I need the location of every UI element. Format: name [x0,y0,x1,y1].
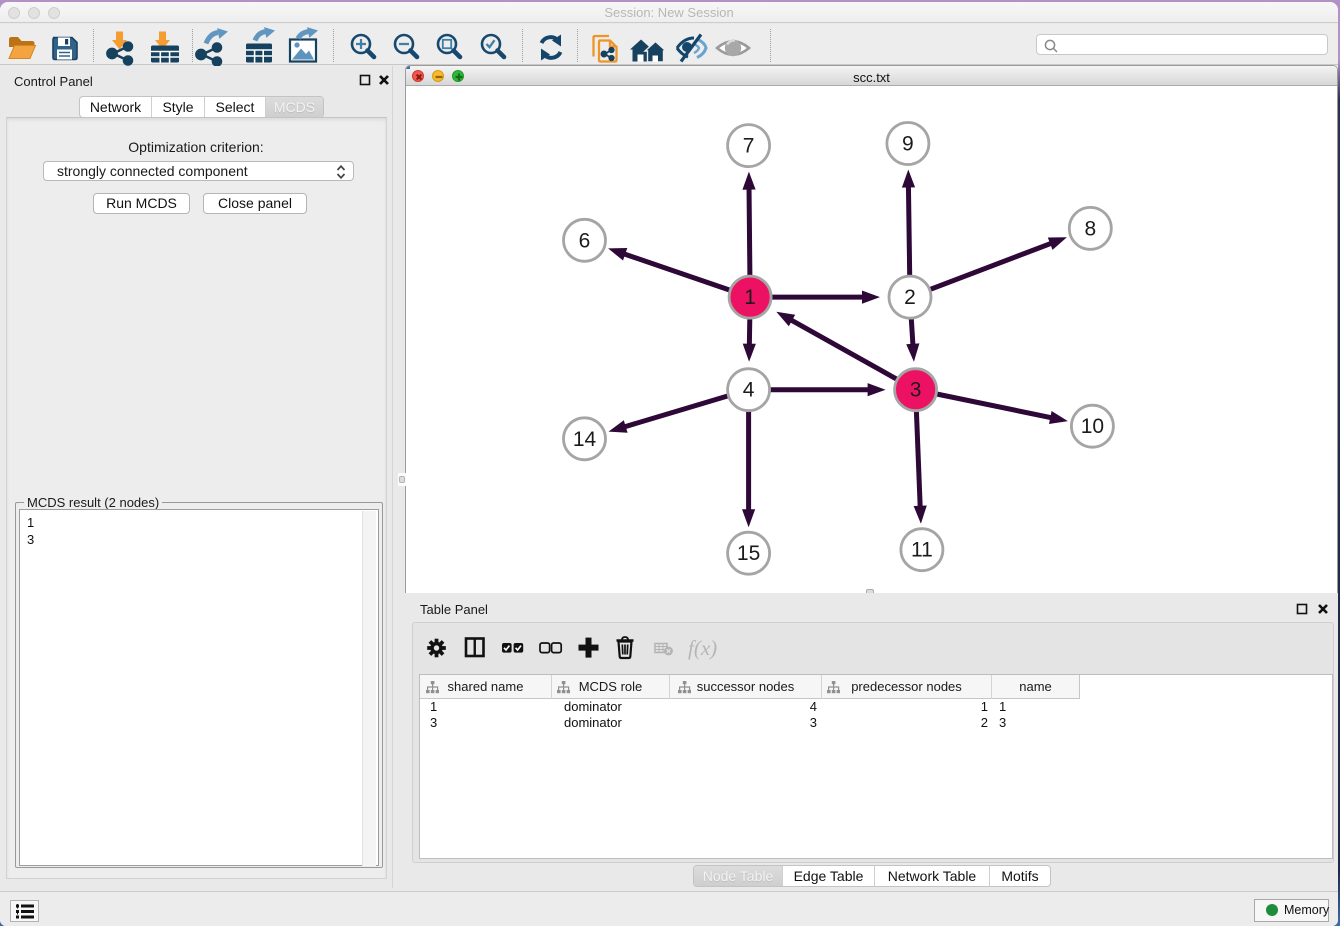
svg-text:6: 6 [579,229,591,252]
svg-text:9: 9 [902,133,914,156]
svg-text:10: 10 [1081,415,1104,438]
svg-text:4: 4 [743,379,755,402]
svg-text:15: 15 [737,542,760,565]
svg-text:3: 3 [910,379,922,402]
svg-text:7: 7 [743,135,755,158]
svg-text:14: 14 [573,428,597,451]
svg-text:11: 11 [911,539,933,562]
svg-text:8: 8 [1084,217,1096,240]
svg-text:2: 2 [904,286,916,309]
svg-text:f(x): f(x) [688,636,717,660]
svg-text:1: 1 [744,286,756,309]
